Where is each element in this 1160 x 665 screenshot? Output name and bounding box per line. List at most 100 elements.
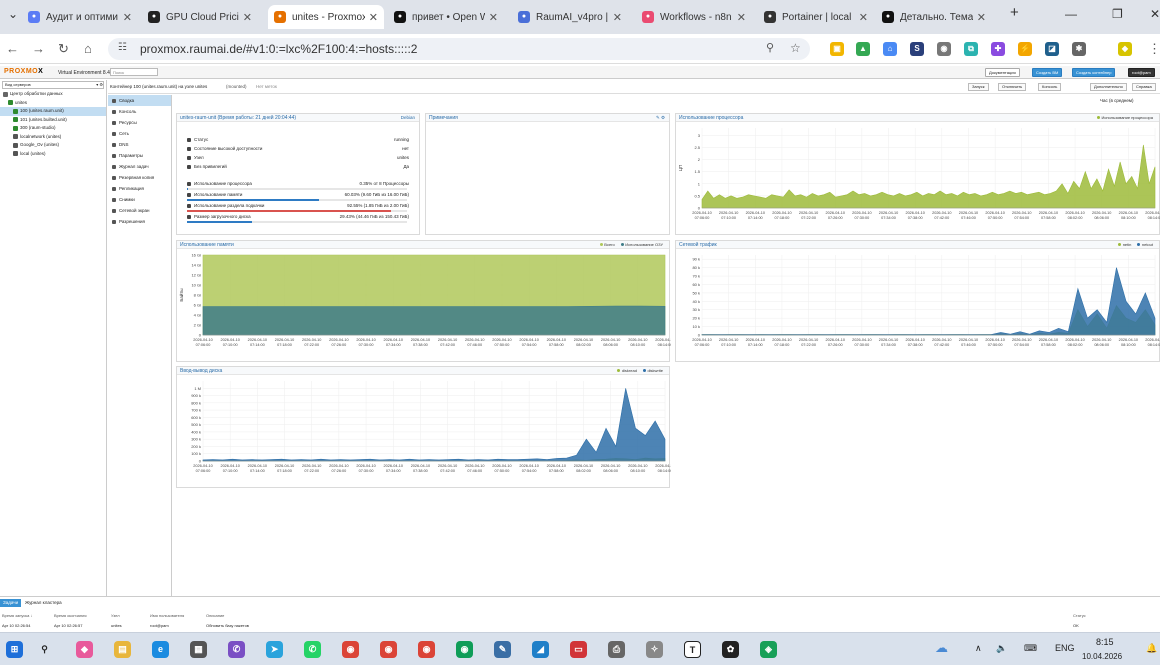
cpu-legend[interactable]: Использование процессора <box>1097 114 1153 122</box>
col-description[interactable]: Описание <box>206 613 224 618</box>
browser-tab[interactable]: ● привет • Open W ✕ <box>388 5 504 29</box>
browser-tab[interactable]: ● Workflows - n8n ✕ <box>636 5 752 29</box>
start-button[interactable]: Запуск <box>968 83 989 91</box>
reload-icon[interactable]: ↻ <box>58 41 69 57</box>
extension-drive-icon[interactable]: ▲ <box>856 42 870 56</box>
chatgpt-icon[interactable]: ✿ <box>722 641 739 658</box>
menu-item[interactable]: Журнал задач <box>108 161 171 172</box>
close-tab-icon[interactable]: ✕ <box>123 11 132 24</box>
menu-item[interactable]: Сводка <box>108 95 171 106</box>
docs-button[interactable]: Документация <box>985 68 1020 77</box>
col-start-time[interactable]: Время запуска ↓ <box>2 613 33 618</box>
tree-item[interactable]: 300 (raum-studio) <box>0 124 106 133</box>
browser-tab[interactable]: ● GPU Cloud Pricin ✕ <box>142 5 258 29</box>
task-node[interactable]: unites <box>111 623 122 628</box>
menu-item[interactable]: Ресурсы <box>108 117 171 128</box>
memory-legend[interactable]: Всего Использование ОЗУ <box>599 241 663 249</box>
dev-tool-icon[interactable]: ◢ <box>532 641 549 658</box>
chrome-alt-icon[interactable]: ◉ <box>456 641 473 658</box>
network-legend[interactable]: netin netout <box>1118 241 1153 249</box>
start-icon[interactable]: ⊞ <box>6 641 23 658</box>
create-ct-button[interactable]: Создать контейнер <box>1072 68 1116 77</box>
language-indicator[interactable]: ENG <box>1055 643 1075 653</box>
close-tab-icon[interactable]: ✕ <box>613 11 622 24</box>
tree-item[interactable]: 101 (unites.builted.unit) <box>0 116 106 125</box>
col-status[interactable]: Статус <box>1073 613 1086 618</box>
menu-item[interactable]: Резервная копия <box>108 172 171 183</box>
extension-s-icon[interactable]: S <box>910 42 924 56</box>
taskbar-search-icon[interactable]: ⚲ <box>36 641 53 658</box>
weather-icon[interactable]: ☁ <box>935 640 948 656</box>
extension-grid-icon[interactable]: ✚ <box>991 42 1005 56</box>
close-tab-icon[interactable]: ✕ <box>859 11 868 24</box>
chrome-profile-icon[interactable]: ◉ <box>380 641 397 658</box>
notes-app-icon[interactable]: ✎ <box>494 641 511 658</box>
calculator-icon[interactable]: ▦ <box>190 641 207 658</box>
tree-item[interactable]: Google_Ov (unites) <box>0 141 106 150</box>
keyboard-icon[interactable]: ⌨ <box>1024 643 1037 654</box>
volume-icon[interactable]: 🔈 <box>996 643 1007 654</box>
close-tab-icon[interactable]: ✕ <box>489 11 498 24</box>
task-description[interactable]: Обновить базу пакетов <box>206 623 249 628</box>
telegram-icon[interactable]: ➤ <box>266 641 283 658</box>
tray-arrow-icon[interactable]: ∧ <box>975 643 982 654</box>
task-user[interactable]: root@pam <box>150 623 169 628</box>
create-vm-button[interactable]: Создать ВМ <box>1032 68 1063 77</box>
browser-tab[interactable]: ● Portainer | local ✕ <box>758 5 874 29</box>
copilot-icon[interactable]: ◆ <box>76 641 93 658</box>
url-input[interactable]: ☷ proxmox.raumai.de/#v1:0:=lxc%2F100:4:=… <box>108 38 810 60</box>
col-node[interactable]: Узел <box>111 613 120 618</box>
app-icon[interactable]: ✧ <box>646 641 663 658</box>
viber-icon[interactable]: ✆ <box>228 641 245 658</box>
search-input[interactable]: Поиск <box>110 68 158 76</box>
close-tab-icon[interactable]: ✕ <box>369 11 378 24</box>
task-status[interactable]: OK <box>1073 623 1079 628</box>
help-button[interactable]: Справка <box>1132 83 1156 91</box>
whatsapp-icon[interactable]: ✆ <box>304 641 321 658</box>
legend-item[interactable]: netout <box>1137 241 1153 249</box>
bookmark-star-icon[interactable]: ☆ <box>790 41 801 55</box>
extensions-puzzle-icon[interactable]: ✱ <box>1072 42 1086 56</box>
tab-search-icon[interactable]: ⌄ <box>8 7 18 21</box>
home-icon[interactable]: ⌂ <box>84 41 92 56</box>
legend-item[interactable]: Использование процессора <box>1097 114 1153 122</box>
extension-home-icon[interactable]: ⌂ <box>883 42 897 56</box>
menu-item[interactable]: DNS <box>108 139 171 150</box>
extension-camera-icon[interactable]: ◉ <box>937 42 951 56</box>
printer-icon[interactable]: ⎙ <box>608 641 625 658</box>
back-icon[interactable]: ← <box>6 41 19 56</box>
console-button[interactable]: Консоль <box>1038 83 1062 91</box>
close-tab-icon[interactable]: ✕ <box>737 11 746 24</box>
extension-bolt-icon[interactable]: ⚡ <box>1018 42 1032 56</box>
clock-time[interactable]: 8:15 <box>1096 637 1114 647</box>
notifications-icon[interactable]: 🔔 <box>1146 643 1157 654</box>
edge-icon[interactable]: e <box>152 641 169 658</box>
legend-item[interactable]: diskwrite <box>642 367 663 375</box>
no-tags-label[interactable]: Нет меток <box>256 84 277 89</box>
legend-item[interactable]: Всего <box>599 241 615 249</box>
browser-menu-icon[interactable]: ⋮ <box>1148 41 1160 57</box>
tree-item[interactable]: local (unites) <box>0 150 106 159</box>
disk-legend[interactable]: diskread diskwrite <box>617 367 663 375</box>
tab-tasks[interactable]: Задачи <box>0 599 22 607</box>
maximize-button[interactable]: ❐ <box>1112 7 1123 21</box>
site-info-icon[interactable]: ☷ <box>118 42 127 53</box>
browser-tab[interactable]: ● Аудит и оптими ✕ <box>22 5 138 29</box>
menu-item[interactable]: Снимки <box>108 194 171 205</box>
browser-tab[interactable]: ● Детально. Тема ✕ <box>876 5 992 29</box>
menu-item[interactable]: Параметры <box>108 150 171 161</box>
timeframe-select[interactable]: Час (в среднем) <box>1100 98 1134 103</box>
extension-copy-icon[interactable]: ⧉ <box>964 42 978 56</box>
browser-tab[interactable]: ● unites - Proxmox ✕ <box>268 5 384 29</box>
tree-item[interactable]: localnetwork (unites) <box>0 133 106 142</box>
chrome-icon[interactable]: ◉ <box>342 641 359 658</box>
view-select[interactable]: Вид серверов ▾ ⚙ <box>2 81 104 89</box>
menu-item[interactable]: Консоль <box>108 106 171 117</box>
profile-avatar-icon[interactable]: ◆ <box>1118 42 1132 56</box>
menu-item[interactable]: Разрешения <box>108 216 171 227</box>
close-tab-icon[interactable]: ✕ <box>977 11 986 24</box>
chrome-active-icon[interactable]: ◉ <box>418 641 435 658</box>
task-start[interactable]: Apr 10 02:26:54 <box>2 623 30 628</box>
typora-icon[interactable]: T <box>684 641 701 658</box>
edit-notes-icon[interactable]: ✎ ⚙ <box>656 114 665 122</box>
